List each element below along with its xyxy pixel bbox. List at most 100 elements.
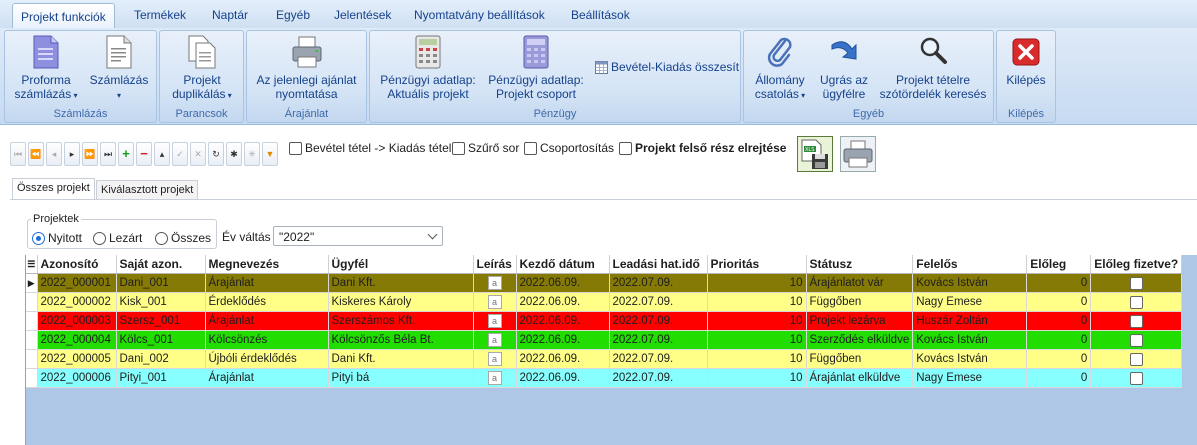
cell-megnevezes[interactable]: Árajánlat	[205, 311, 329, 331]
table-row[interactable]: 2022_000002 Kisk_001 Érdeklődés Kiskeres Ká…	[26, 292, 1183, 312]
cell-sajat[interactable]: Pityi_001	[116, 368, 206, 388]
first-page-icon[interactable]: ⏮	[10, 142, 26, 166]
add-record-icon[interactable]: +	[118, 142, 134, 166]
row-selector[interactable]	[26, 311, 38, 331]
cell-ugyfel[interactable]: Pityi bá	[328, 368, 474, 388]
cell-megnevezes[interactable]: Érdeklődés	[205, 292, 329, 312]
cell-statusz[interactable]: Szerződés elküldve	[806, 330, 914, 350]
cell-sajat[interactable]: Kisk_001	[116, 292, 206, 312]
cell-ugyfel[interactable]: Dani Kft.	[328, 273, 474, 293]
column-header[interactable]: Kezdő dátum	[516, 255, 610, 274]
checkbox-box[interactable]	[452, 141, 465, 155]
tab-naptar[interactable]: Naptár	[212, 8, 248, 22]
cell-megnevezes[interactable]: Kölcsönzés	[205, 330, 329, 350]
radio-osszes[interactable]: Összes	[155, 231, 211, 245]
cell-statusz[interactable]: Árajánlatot vár	[806, 273, 914, 293]
radio-dot[interactable]	[32, 231, 45, 245]
radio-dot[interactable]	[93, 231, 106, 245]
row-selector[interactable]	[26, 368, 38, 388]
cell-leiras[interactable]: a	[473, 273, 517, 293]
cell-eloleg-fizetve[interactable]	[1090, 292, 1183, 312]
tab-kivalasztott-projekt[interactable]: Kiválasztott projekt	[96, 180, 199, 199]
chevron-down-icon[interactable]	[427, 229, 438, 240]
cell-id[interactable]: 2022_000002	[37, 292, 117, 312]
cell-statusz[interactable]: Projekt lezárva	[806, 311, 914, 331]
column-header[interactable]: Előleg	[1026, 255, 1092, 274]
tab-nyomtatvany-beallitasok[interactable]: Nyomtatvány beállítások	[414, 8, 545, 22]
cell-kezdo[interactable]: 2022.06.09.	[516, 311, 610, 331]
allomany-csatolas-button[interactable]: Állomány csatolás ▾	[750, 35, 810, 103]
cell-eloleg[interactable]: 0	[1026, 330, 1092, 350]
cell-statusz[interactable]: Árajánlat elküldve	[806, 368, 914, 388]
column-header[interactable]: Prioritás	[707, 255, 807, 274]
cell-statusz[interactable]: Függőben	[806, 292, 914, 312]
radio-lezart[interactable]: Lezárt	[93, 231, 142, 245]
asterisk-icon[interactable]: ✱	[226, 142, 242, 166]
delete-record-icon[interactable]: −	[136, 142, 152, 166]
cell-megnevezes[interactable]: Árajánlat	[205, 368, 329, 388]
column-chooser-icon[interactable]: ☰	[26, 255, 38, 274]
cell-prioritas[interactable]: 10	[707, 311, 807, 331]
table-row[interactable]: 2022_000003 Szersz_001 Árajánlat Szerszámos…	[26, 311, 1183, 331]
cell-felelos[interactable]: Kovács István	[912, 349, 1028, 369]
cell-leadas[interactable]: 2022.07.09.	[609, 273, 708, 293]
cell-sajat[interactable]: Szersz_001	[116, 311, 206, 331]
column-header[interactable]: Megnevezés	[205, 255, 329, 274]
eloleg-fizetve-checkbox[interactable]	[1129, 352, 1143, 366]
cell-leadas[interactable]: 2022.07.09.	[609, 292, 708, 312]
row-selector[interactable]	[26, 349, 38, 369]
tab-termekek[interactable]: Termékek	[134, 8, 186, 22]
cell-ugyfel[interactable]: Szerszámos Kft.	[328, 311, 474, 331]
table-row[interactable]: 2022_000004 Kölcs_001 Kölcsönzés Kölcsönzős…	[26, 330, 1183, 350]
radio-dot[interactable]	[155, 231, 168, 245]
radio-nyitott[interactable]: Nyitott	[32, 231, 82, 245]
last-page-icon[interactable]: ⏭	[100, 142, 116, 166]
cell-sajat[interactable]: Kölcs_001	[116, 330, 206, 350]
cell-megnevezes[interactable]: Újbóli érdeklődés	[205, 349, 329, 369]
cell-prioritas[interactable]: 10	[707, 330, 807, 350]
kilepes-button[interactable]: Kilépés	[1001, 35, 1051, 87]
column-header[interactable]: Ügyfél	[328, 255, 474, 274]
checkbox-box[interactable]	[289, 141, 302, 155]
penzugyi-adatlap-aktualis-button[interactable]: Pénzügyi adatlap: Aktuális projekt	[376, 35, 480, 101]
bevetel-kiadas-osszesito-button[interactable]: Bevétel-Kiadás összesít	[595, 60, 739, 74]
cell-eloleg-fizetve[interactable]	[1090, 349, 1183, 369]
refresh-icon[interactable]: ↻	[208, 142, 224, 166]
cell-eloleg-fizetve[interactable]	[1090, 273, 1183, 293]
next-page-icon[interactable]: ⏩	[82, 142, 98, 166]
cell-sajat[interactable]: Dani_002	[116, 349, 206, 369]
cell-id[interactable]: 2022_000001	[37, 273, 117, 293]
cell-leiras[interactable]: a	[473, 311, 517, 331]
cell-prioritas[interactable]: 10	[707, 273, 807, 293]
cell-leiras[interactable]: a	[473, 368, 517, 388]
filter-icon[interactable]: ▼	[262, 142, 278, 166]
cell-felelos[interactable]: Huszár Zoltán	[912, 311, 1028, 331]
penzugyi-adatlap-csoport-button[interactable]: Pénzügyi adatlap: Projekt csoport	[486, 35, 586, 101]
proforma-szamlazas-button[interactable]: Proforma számlázás ▾	[13, 35, 79, 103]
column-header[interactable]: Saját azon.	[116, 255, 206, 274]
cell-statusz[interactable]: Függőben	[806, 349, 914, 369]
previous-page-icon[interactable]: ⏪	[28, 142, 44, 166]
csoportositas-checkbox[interactable]: Csoportosítás	[524, 141, 614, 155]
cell-kezdo[interactable]: 2022.06.09.	[516, 349, 610, 369]
column-header[interactable]: Leírás	[473, 255, 517, 274]
row-selector[interactable]	[26, 292, 38, 312]
cell-prioritas[interactable]: 10	[707, 368, 807, 388]
description-icon[interactable]: a	[487, 371, 502, 385]
tab-egyeb[interactable]: Egyéb	[276, 8, 310, 22]
cell-leadas[interactable]: 2022.07.09.	[609, 311, 708, 331]
cell-prioritas[interactable]: 10	[707, 349, 807, 369]
projekt-duplikalas-button[interactable]: Projekt duplikálás ▾	[164, 35, 240, 103]
description-icon[interactable]: a	[487, 352, 502, 366]
tab-beallitasok[interactable]: Beállítások	[571, 8, 630, 22]
current-row-indicator-icon[interactable]: ▶	[26, 273, 38, 293]
szamlazas-button[interactable]: Számlázás ▾	[87, 35, 151, 103]
cell-eloleg-fizetve[interactable]	[1090, 330, 1183, 350]
description-icon[interactable]: a	[487, 295, 502, 309]
cell-kezdo[interactable]: 2022.06.09.	[516, 368, 610, 388]
cell-kezdo[interactable]: 2022.06.09.	[516, 330, 610, 350]
checkbox-box[interactable]	[619, 141, 632, 155]
table-row[interactable]: 2022_000006 Pityi_001 Árajánlat Pityi bá a 20…	[26, 368, 1183, 388]
tab-projekt-funkciok[interactable]: Projekt funkciók	[12, 3, 115, 29]
cell-leadas[interactable]: 2022.07.09.	[609, 349, 708, 369]
